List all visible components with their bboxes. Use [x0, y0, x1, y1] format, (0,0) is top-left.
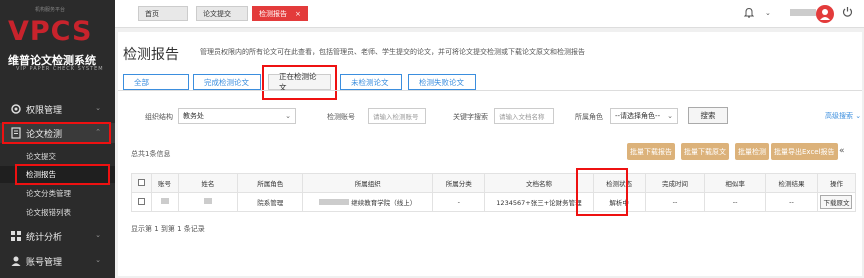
highlight-box [262, 65, 337, 100]
col-category: 所属分类 [432, 173, 486, 193]
grid-icon [10, 230, 22, 242]
tab-label: 首页 [145, 9, 159, 18]
account-input[interactable]: 请输入检测账号 [368, 108, 426, 124]
topbar: 首页 论文提交 检测报告 × ⌄ [115, 0, 864, 28]
chevron-down-icon: ⌄ [667, 112, 673, 120]
batch-check-button[interactable]: 批量检测 [735, 143, 769, 160]
tab-label: 检测失败论文 [419, 77, 464, 87]
keyword-label: 关键字搜索 [453, 113, 488, 121]
gear-icon [10, 103, 22, 115]
batch-download-original-button[interactable]: 批量下载原文 [681, 143, 729, 160]
highlight-box [576, 168, 628, 216]
col-similarity: 相似率 [704, 173, 766, 193]
batch-download-report-button[interactable]: 批量下载报告 [627, 143, 675, 160]
tab-all[interactable]: 全部 [123, 74, 189, 90]
tab-label: 检测报告 [259, 9, 287, 18]
chevron-down-icon: ⌄ [95, 256, 101, 264]
highlight-box [15, 164, 110, 185]
tab-label: 全部 [134, 77, 149, 87]
tab-label: 未检测论文 [351, 77, 389, 87]
total-count: 总共1条信息 [131, 150, 171, 158]
role-select[interactable]: --请选择角色-- ⌄ [610, 108, 678, 124]
cell-action: 下载原文 [816, 192, 857, 212]
logo: 机构服务平台 VPCS 维普论文检测系统 VIP PAPER CHECK SYS… [0, 0, 115, 75]
table-row: 院系管理 继续教育学院（线上） - 1234567+张三+论财务管理 解析中 -… [131, 192, 857, 212]
tab-completed[interactable]: 完成检测论文 [193, 74, 261, 90]
logo-text: VPCS [8, 16, 93, 47]
col-account: 账号 [150, 173, 179, 193]
collapse-icon[interactable]: « [839, 146, 845, 156]
tab-paper-submit[interactable]: 论文提交 [196, 6, 248, 21]
cell-org: 继续教育学院（线上） [302, 192, 434, 212]
nav-group-label: 权限管理 [26, 105, 63, 116]
col-finish-time: 完成时间 [644, 173, 706, 193]
logo-name-en: VIP PAPER CHECK SYSTEM [16, 66, 104, 72]
cell-org-text: 继续教育学院（线上） [351, 199, 417, 207]
row-checkbox[interactable] [131, 192, 152, 212]
page-description: 管理员权限内的所有论文可在此查看，包括管理员、老师、学生提交的论文，并可将论文提… [200, 48, 585, 56]
keyword-input[interactable]: 请输入文档名称 [494, 108, 554, 124]
cell-name [177, 192, 239, 212]
nav-group-label: 账号管理 [26, 257, 63, 268]
tab-check-report[interactable]: 检测报告 × [252, 6, 308, 21]
col-org: 所属组织 [302, 173, 434, 193]
logo-subtitle: 机构服务平台 [35, 7, 66, 13]
col-name: 姓名 [177, 173, 239, 193]
power-icon[interactable] [842, 6, 853, 20]
col-role: 所属角色 [237, 173, 304, 193]
nav-group-statistics[interactable]: 统计分析 ⌄ [0, 226, 115, 246]
cell-result: -- [764, 192, 818, 212]
download-original-button[interactable]: 下载原文 [820, 195, 853, 209]
report-table: 账号 姓名 所属角色 所属组织 所属分类 文档名称 检测状态 完成时间 相似率 … [131, 173, 857, 212]
cell-finish-time: -- [644, 192, 706, 212]
pagination-info: 显示第 1 到第 1 条记录 [131, 225, 205, 233]
avatar[interactable] [816, 5, 834, 23]
main-panel: 检测报告 管理员权限内的所有论文可在此查看，包括管理员、老师、学生提交的论文，并… [118, 32, 862, 276]
chevron-down-icon[interactable]: ⌄ [765, 9, 771, 17]
chevron-down-icon: ⌄ [285, 112, 291, 120]
cell-role: 院系管理 [237, 192, 304, 212]
user-icon [10, 255, 22, 267]
sidebar: 机构服务平台 VPCS 维普论文检测系统 VIP PAPER CHECK SYS… [0, 0, 115, 278]
cell-category: - [432, 192, 486, 212]
sidebar-item-paper-category[interactable]: 论文分类管理 [0, 185, 115, 202]
divider [118, 90, 862, 91]
batch-export-excel-button[interactable]: 批量导出Excel报告 [771, 143, 838, 160]
user-name[interactable] [790, 9, 816, 16]
advanced-search-link[interactable]: 高级搜索 ⌄ [825, 111, 861, 121]
close-icon[interactable]: × [295, 10, 301, 18]
table-header-row: 账号 姓名 所属角色 所属组织 所属分类 文档名称 检测状态 完成时间 相似率 … [131, 173, 857, 193]
bell-icon[interactable] [743, 7, 755, 21]
col-action: 操作 [816, 173, 857, 193]
org-label: 组织结构 [145, 113, 173, 121]
org-value: 教务处 [183, 112, 204, 120]
tab-label: 论文提交 [203, 9, 231, 18]
page-title: 检测报告 [123, 47, 179, 63]
highlight-box [2, 122, 111, 144]
role-label: 所属角色 [575, 113, 603, 121]
nav-group-accounts[interactable]: 账号管理 ⌄ [0, 251, 115, 271]
tab-unchecked[interactable]: 未检测论文 [340, 74, 402, 90]
tab-failed[interactable]: 检测失败论文 [408, 74, 476, 90]
advanced-search-label: 高级搜索 [825, 112, 853, 120]
cell-similarity: -- [704, 192, 766, 212]
nav-group-permissions[interactable]: 权限管理 ⌄ [0, 99, 115, 119]
tab-label: 完成检测论文 [204, 77, 249, 87]
tab-home[interactable]: 首页 [138, 6, 188, 21]
account-label: 检测账号 [327, 113, 355, 121]
nav-group-label: 统计分析 [26, 232, 63, 243]
select-all-checkbox[interactable] [131, 173, 152, 193]
search-button[interactable]: 搜索 [688, 107, 728, 124]
chevron-down-icon: ⌄ [95, 231, 101, 239]
cell-account [150, 192, 179, 212]
sidebar-item-paper-submit[interactable]: 论文提交 [0, 148, 115, 165]
col-result: 检测结果 [764, 173, 818, 193]
sidebar-item-error-list[interactable]: 论文报错列表 [0, 204, 115, 221]
role-value: --请选择角色-- [615, 112, 661, 120]
chevron-down-icon: ⌄ [95, 104, 101, 112]
org-select[interactable]: 教务处 ⌄ [178, 108, 296, 124]
